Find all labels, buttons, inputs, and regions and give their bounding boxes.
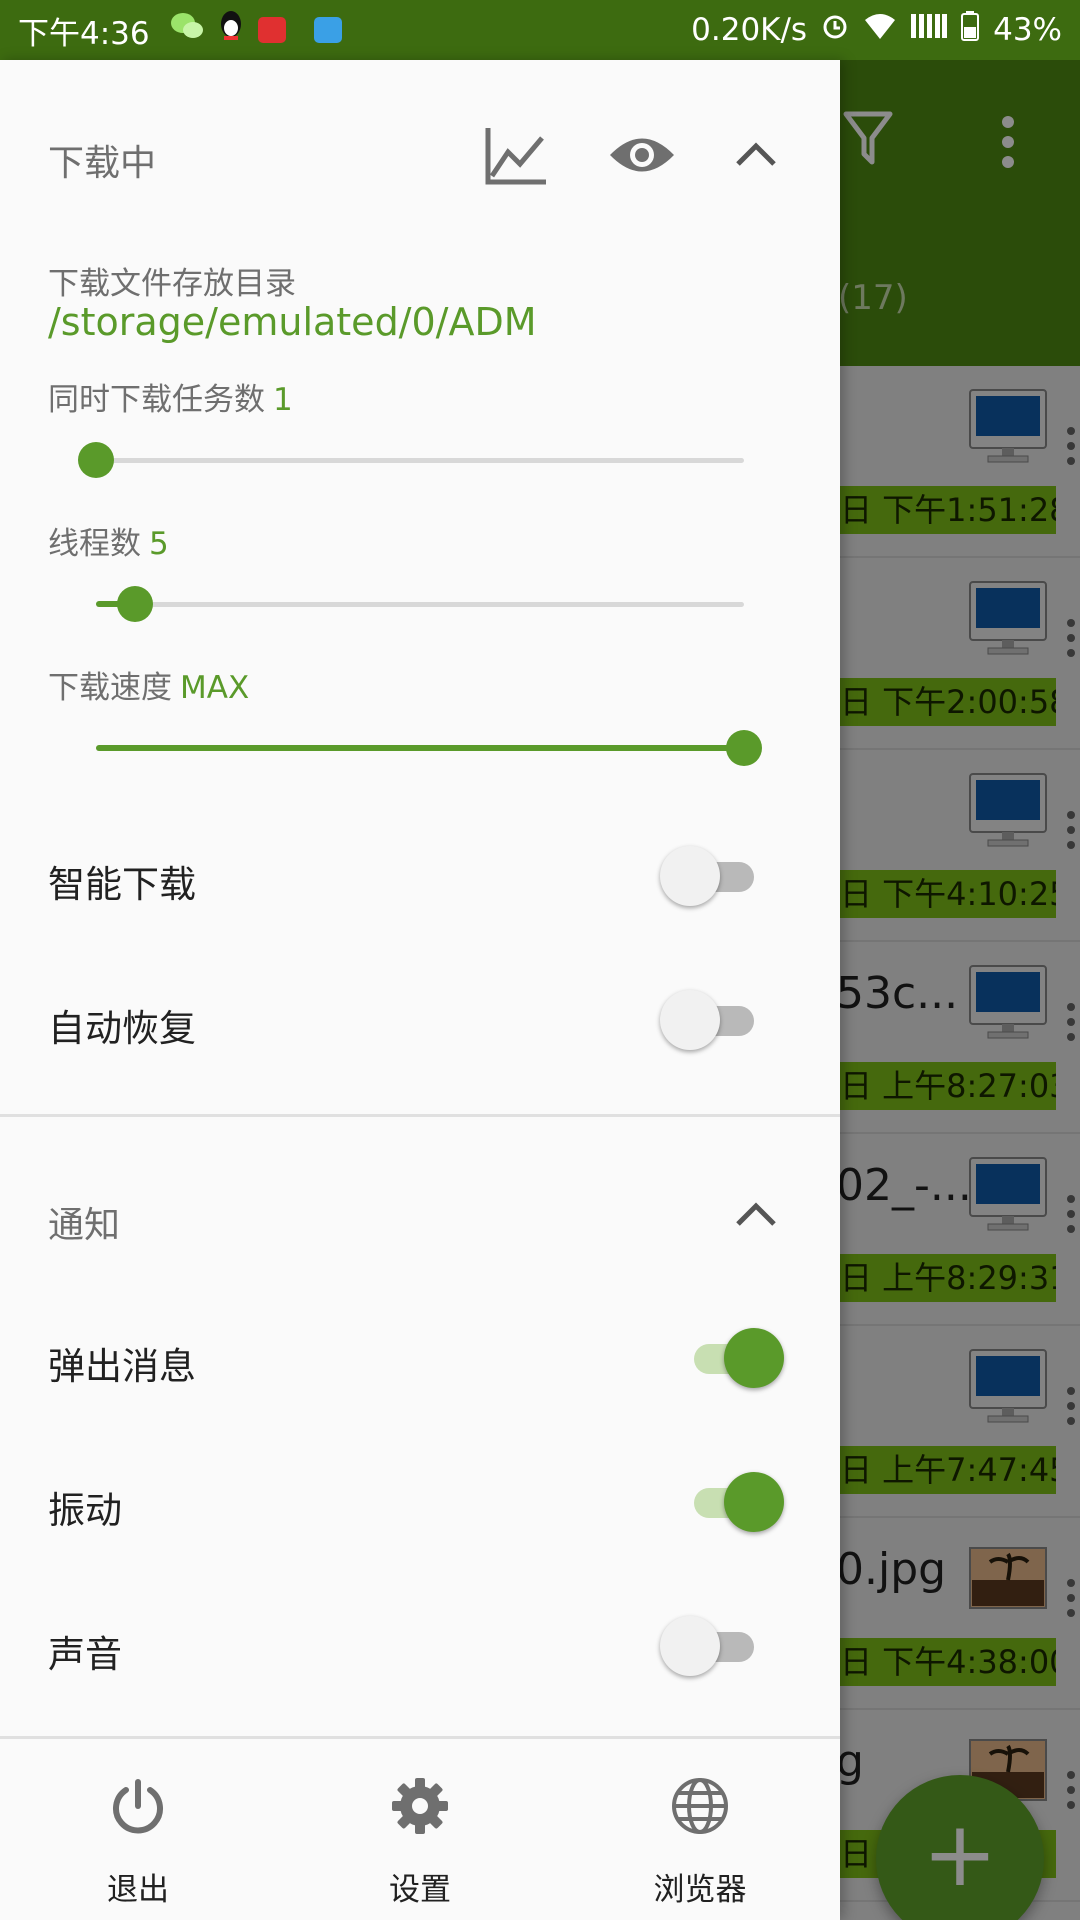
globe-icon <box>670 1776 730 1836</box>
netease-music-icon <box>257 17 286 43</box>
slider-fill <box>96 745 744 751</box>
chart-icon[interactable] <box>484 126 548 190</box>
concurrent-tasks-value: 1 <box>273 382 293 418</box>
status-time: 下午4:36 <box>18 15 150 52</box>
settings-label: 设置 <box>389 1872 451 1908</box>
message-app-icon <box>313 17 342 43</box>
exit-button[interactable]: 退出 <box>48 1740 228 1920</box>
smart-download-label: 智能下载 <box>48 863 196 906</box>
exit-label: 退出 <box>107 1872 169 1908</box>
battery-icon <box>961 11 980 49</box>
slider-track <box>96 602 744 607</box>
status-bar: 下午4:36 0.20K/s 43% <box>0 0 1080 60</box>
threads-text: 线程数 <box>48 526 141 562</box>
drawer-bottom-bar: 退出 设置 浏览器 <box>0 1740 840 1920</box>
battery-percent: 43% <box>993 12 1062 48</box>
eye-icon[interactable] <box>608 132 676 182</box>
slider-thumb[interactable] <box>726 730 762 766</box>
wechat-icon <box>170 11 204 49</box>
browser-label: 浏览器 <box>653 1872 747 1908</box>
toggle-knob <box>660 846 720 906</box>
popup-message-toggle[interactable] <box>684 1328 784 1388</box>
download-dir-label: 下载文件存放目录 <box>48 266 296 302</box>
vibrate-toggle[interactable] <box>684 1472 784 1532</box>
section-divider <box>0 1114 840 1117</box>
power-icon <box>108 1776 168 1836</box>
speed-value: MAX <box>180 670 250 706</box>
bottom-divider <box>0 1736 840 1739</box>
slider-track <box>96 458 744 463</box>
toggle-knob <box>660 990 720 1050</box>
download-dir-path[interactable]: /storage/emulated/0/ADM <box>48 300 537 344</box>
threads-label: 线程数 5 <box>48 518 169 563</box>
popup-message-label: 弹出消息 <box>48 1345 196 1388</box>
auto-resume-label: 自动恢复 <box>48 1007 196 1050</box>
alarm-icon <box>821 12 849 48</box>
speed-text: 下载速度 <box>48 670 172 706</box>
sound-label: 声音 <box>48 1633 122 1676</box>
toggle-knob <box>660 1616 720 1676</box>
threads-value: 5 <box>149 526 169 562</box>
downloading-section-title: 下载中 <box>48 143 157 184</box>
collapse-notifications-icon[interactable] <box>734 1200 778 1232</box>
vibrate-label: 振动 <box>48 1489 122 1532</box>
concurrent-tasks-slider[interactable] <box>78 440 744 480</box>
concurrent-tasks-label: 同时下载任务数 1 <box>48 374 293 419</box>
qq-icon <box>218 10 244 50</box>
concurrent-tasks-text: 同时下载任务数 <box>48 382 265 418</box>
sound-toggle[interactable] <box>660 1616 760 1676</box>
navigation-drawer: 下载中 下载文件存放目录 /storage/emulated/0/ADM 同时下… <box>0 60 840 1920</box>
slider-thumb[interactable] <box>116 586 153 622</box>
notifications-section-title: 通知 <box>48 1205 121 1246</box>
browser-button[interactable]: 浏览器 <box>610 1740 790 1920</box>
toggle-knob <box>724 1472 784 1532</box>
wifi-icon <box>863 12 897 48</box>
speed-slider[interactable] <box>96 728 762 768</box>
smart-download-toggle[interactable] <box>660 846 760 906</box>
slider-thumb[interactable] <box>78 442 114 478</box>
speed-label: 下载速度 MAX <box>48 662 249 707</box>
threads-slider[interactable] <box>96 584 744 624</box>
auto-resume-toggle[interactable] <box>660 990 760 1050</box>
net-speed: 0.20K/s <box>691 12 808 48</box>
signal-icon <box>911 12 948 48</box>
collapse-downloading-icon[interactable] <box>734 140 778 172</box>
gear-icon <box>390 1776 450 1836</box>
toggle-knob <box>724 1328 784 1388</box>
settings-button[interactable]: 设置 <box>330 1740 510 1920</box>
